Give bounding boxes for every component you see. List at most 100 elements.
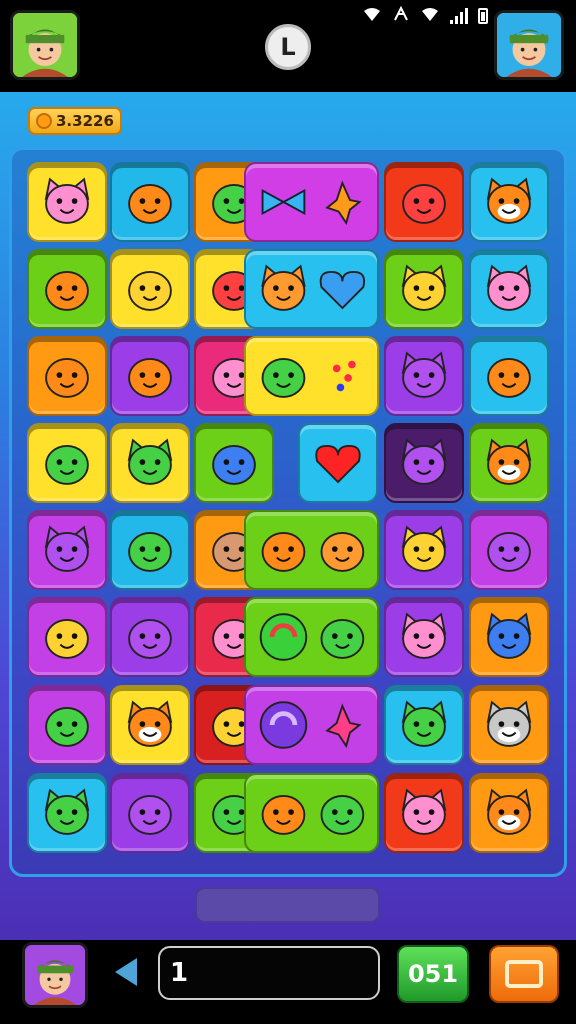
grey-cat-icon <box>486 700 532 747</box>
game-tile[interactable] <box>469 597 549 677</box>
game-tile[interactable] <box>27 685 107 765</box>
green-cat-icon <box>127 438 173 485</box>
green-swirl-icon <box>259 613 308 661</box>
wide-tile-art <box>261 357 356 398</box>
game-tile[interactable] <box>384 597 464 677</box>
pink-star-icon <box>325 703 362 749</box>
yellow-dog-icon <box>401 264 447 311</box>
wide-tile-art <box>261 264 366 311</box>
game-tile[interactable] <box>469 336 549 416</box>
purple-blob-icon <box>128 618 172 659</box>
pink-cat-icon <box>401 612 447 659</box>
game-tile[interactable] <box>27 249 107 329</box>
green-cat-icon <box>44 788 90 835</box>
game-tile[interactable] <box>110 773 190 853</box>
coin-counter: 3.3226 <box>28 107 122 135</box>
wide-tile-art <box>261 794 365 835</box>
game-tile[interactable] <box>384 773 464 853</box>
yellow-smiley-icon <box>45 618 89 659</box>
menu-button[interactable] <box>489 945 559 1003</box>
game-tile[interactable] <box>27 510 107 590</box>
game-tile[interactable] <box>27 423 107 503</box>
game-tile[interactable] <box>469 423 549 503</box>
answer-input[interactable]: 1 <box>158 946 380 1000</box>
settings-icon <box>392 5 410 26</box>
orange-ball-icon <box>45 357 89 398</box>
submit-button[interactable]: 051 <box>397 945 469 1003</box>
pink-cat-icon <box>44 177 90 224</box>
game-tile[interactable] <box>110 685 190 765</box>
orange-cat-icon <box>486 177 532 224</box>
green-magnifier-icon <box>45 706 89 747</box>
game-tile[interactable] <box>27 773 107 853</box>
yellow-cat-icon <box>401 525 447 572</box>
opponent-avatar-icon[interactable] <box>494 10 564 80</box>
game-tile[interactable] <box>27 597 107 677</box>
blue-heart-icon <box>319 270 366 310</box>
orange-cat-icon <box>486 438 532 485</box>
game-tile[interactable] <box>110 510 190 590</box>
coin-value: 3.3226 <box>56 112 114 130</box>
game-tile[interactable] <box>384 162 464 242</box>
wifi-icon-2 <box>420 7 440 25</box>
purple-blob-icon <box>128 794 172 835</box>
purple-cat-icon <box>401 438 447 485</box>
level-badge[interactable]: L <box>265 24 311 70</box>
blue-blob-icon <box>212 444 256 485</box>
game-tile[interactable] <box>469 162 549 242</box>
game-tile[interactable] <box>469 510 549 590</box>
game-tile[interactable] <box>384 336 464 416</box>
orange-swirl-icon <box>128 357 172 398</box>
orange-fox-icon <box>127 700 173 747</box>
orange-blob-icon <box>128 183 172 224</box>
wide-game-tile[interactable] <box>244 685 379 765</box>
game-tile[interactable] <box>384 249 464 329</box>
status-bar <box>362 5 488 26</box>
purple-blob-icon <box>487 531 531 572</box>
progress-pill <box>195 887 380 923</box>
menu-icon <box>505 960 543 988</box>
game-tile[interactable] <box>110 162 190 242</box>
orange-creature-icon <box>45 270 89 311</box>
wide-game-tile[interactable] <box>244 510 379 590</box>
wide-game-tile[interactable] <box>298 423 378 503</box>
game-tile[interactable] <box>110 249 190 329</box>
wide-game-tile[interactable] <box>244 773 379 853</box>
player-avatar-icon[interactable] <box>10 10 80 80</box>
wide-tile-art <box>261 180 362 226</box>
pink-cat-icon <box>486 264 532 311</box>
red-heart-icon <box>315 444 361 484</box>
wide-game-tile[interactable] <box>244 336 379 416</box>
red-smiley-icon <box>402 183 446 224</box>
back-arrow-icon[interactable] <box>115 958 137 986</box>
wifi-icon <box>362 7 382 25</box>
game-tile[interactable] <box>469 773 549 853</box>
wide-game-tile[interactable] <box>244 249 379 329</box>
blue-bow-icon <box>261 188 306 216</box>
game-tile[interactable] <box>384 685 464 765</box>
game-tile[interactable] <box>194 423 274 503</box>
game-tile[interactable] <box>110 336 190 416</box>
game-tile[interactable] <box>469 685 549 765</box>
purple-cat-icon <box>401 351 447 398</box>
wide-game-tile[interactable] <box>244 597 379 677</box>
green-diamond-icon <box>128 531 172 572</box>
game-tile[interactable] <box>384 510 464 590</box>
game-tile[interactable] <box>110 423 190 503</box>
game-tile[interactable] <box>384 423 464 503</box>
red-dots-icon <box>332 360 356 392</box>
game-tile[interactable] <box>110 597 190 677</box>
orange-fox-icon <box>486 788 532 835</box>
player-avatar-icon[interactable] <box>22 942 88 1008</box>
game-tile[interactable] <box>27 162 107 242</box>
orange-fish-icon <box>487 357 531 398</box>
game-tile[interactable] <box>469 249 549 329</box>
wide-game-tile[interactable] <box>244 162 379 242</box>
purple-cat-icon <box>44 525 90 572</box>
green-cat-icon <box>401 700 447 747</box>
top-bar: L <box>0 0 576 92</box>
orange-flame-icon <box>325 180 362 226</box>
game-tile[interactable] <box>27 336 107 416</box>
green-chevrons-icon <box>45 444 89 485</box>
wide-tile-art <box>315 444 361 484</box>
